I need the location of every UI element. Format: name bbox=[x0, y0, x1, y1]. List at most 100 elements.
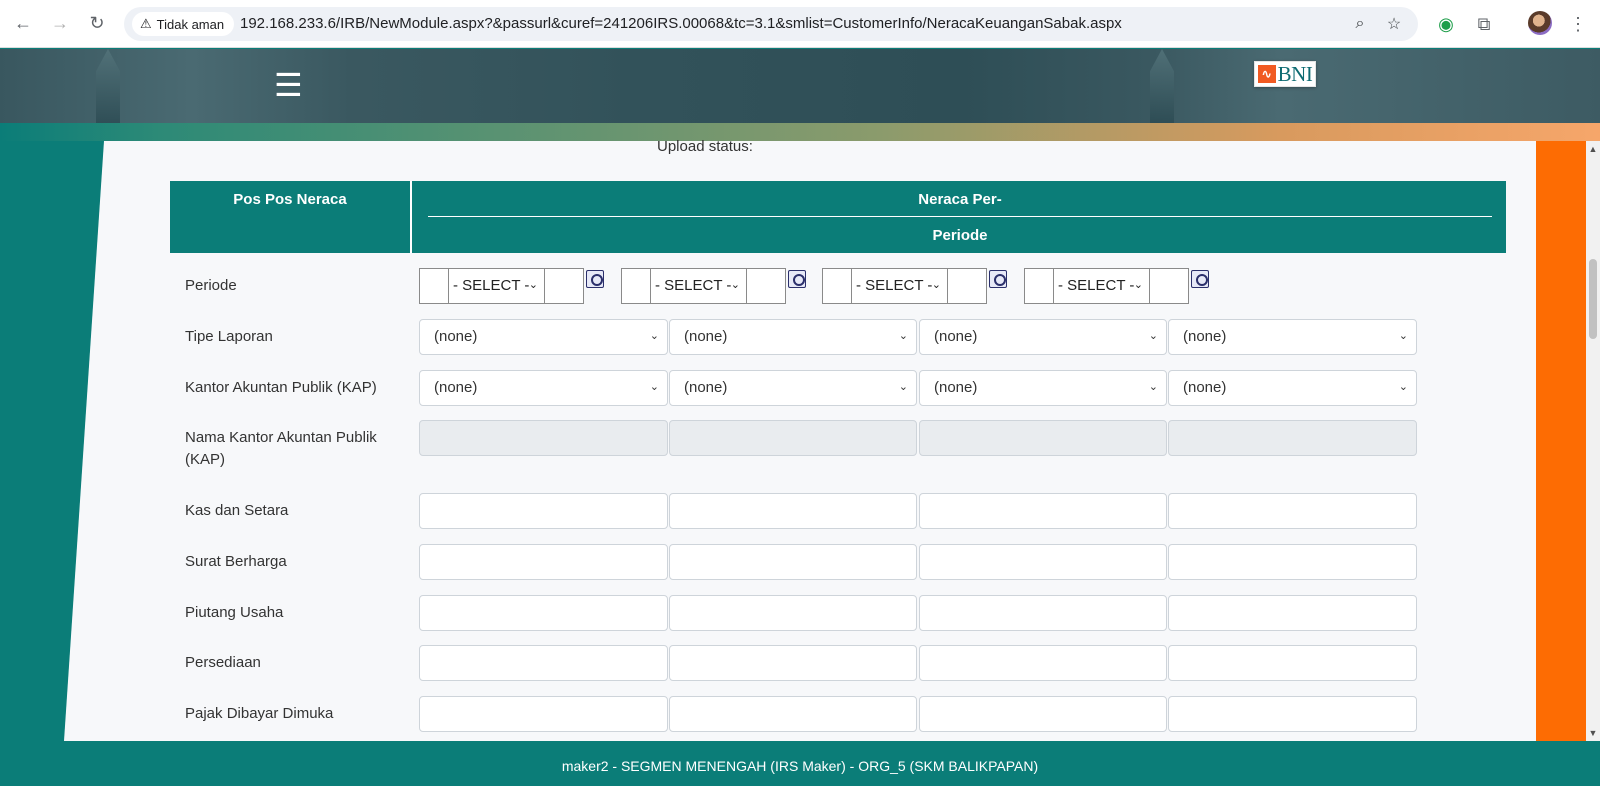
select-label: - SELECT - bbox=[1058, 277, 1135, 294]
nama-kap-field bbox=[1168, 420, 1417, 456]
surat-berharga-input[interactable] bbox=[919, 544, 1167, 580]
extensions-puzzle-icon[interactable]: ⧉ bbox=[1472, 12, 1496, 36]
select-value: (none) bbox=[1183, 379, 1227, 396]
piutang-usaha-input[interactable] bbox=[1168, 595, 1417, 631]
pajak-dibayar-dimuka-input[interactable] bbox=[919, 696, 1167, 732]
scroll-thumb[interactable] bbox=[1589, 259, 1597, 339]
calendar-icon[interactable] bbox=[586, 270, 604, 288]
zoom-icon[interactable]: ⌕ bbox=[1350, 14, 1370, 34]
label-pajak-dibayar-dimuka: Pajak Dibayar Dimuka bbox=[185, 705, 334, 722]
chevron-down-icon: ⌄ bbox=[1148, 330, 1158, 342]
pajak-dibayar-dimuka-input[interactable] bbox=[419, 696, 668, 732]
security-chip[interactable]: ⚠ Tidak aman bbox=[132, 12, 235, 36]
periode-day-input[interactable] bbox=[1024, 268, 1054, 304]
select-value: (none) bbox=[684, 379, 728, 396]
eye-extension-icon[interactable]: ◉ bbox=[1434, 12, 1458, 36]
chevron-down-icon: ⌄ bbox=[1148, 381, 1158, 393]
surat-berharga-input[interactable] bbox=[419, 544, 668, 580]
bookmark-star-icon[interactable]: ☆ bbox=[1384, 14, 1404, 34]
kas-input[interactable] bbox=[419, 493, 668, 529]
address-bar[interactable]: ⚠ Tidak aman 192.168.233.6/IRB/NewModule… bbox=[124, 7, 1418, 41]
piutang-usaha-input[interactable] bbox=[669, 595, 917, 631]
chevron-down-icon: ⌄ bbox=[898, 330, 908, 342]
hamburger-menu-icon[interactable]: ☰ bbox=[274, 67, 303, 103]
periode-year-input[interactable] bbox=[544, 268, 584, 304]
calendar-icon[interactable] bbox=[989, 270, 1007, 288]
tipe-laporan-select[interactable]: (none) ⌄ bbox=[669, 319, 917, 355]
table-header: Pos Pos Neraca Neraca Per- Periode bbox=[170, 181, 1506, 253]
profile-avatar[interactable] bbox=[1528, 11, 1552, 35]
scroll-down-icon[interactable]: ▼ bbox=[1588, 728, 1598, 738]
periode-year-input[interactable] bbox=[947, 268, 987, 304]
calendar-icon[interactable] bbox=[788, 270, 806, 288]
warning-icon: ⚠ bbox=[140, 16, 152, 31]
kap-select[interactable]: (none) ⌄ bbox=[669, 370, 917, 406]
col-periode: Periode bbox=[932, 227, 988, 244]
nama-kap-field bbox=[419, 420, 668, 456]
persediaan-input[interactable] bbox=[419, 645, 668, 681]
kas-input[interactable] bbox=[669, 493, 917, 529]
label-kas: Kas dan Setara bbox=[185, 502, 289, 519]
periode-month-select[interactable]: - SELECT - ⌄ bbox=[448, 268, 545, 304]
periode-day-input[interactable] bbox=[822, 268, 852, 304]
calendar-icon[interactable] bbox=[1191, 270, 1209, 288]
select-value: (none) bbox=[684, 328, 728, 345]
back-icon[interactable]: ← bbox=[10, 10, 36, 36]
periode-year-input[interactable] bbox=[746, 268, 786, 304]
bni-mark-icon: ∿ bbox=[1257, 65, 1276, 83]
select-value: (none) bbox=[1183, 328, 1227, 345]
persediaan-input[interactable] bbox=[1168, 645, 1417, 681]
periode-month-select[interactable]: - SELECT - ⌄ bbox=[1053, 268, 1150, 304]
surat-berharga-input[interactable] bbox=[669, 544, 917, 580]
persediaan-input[interactable] bbox=[669, 645, 917, 681]
periode-month-select[interactable]: - SELECT - ⌄ bbox=[650, 268, 747, 304]
upload-status: Upload status: bbox=[657, 138, 753, 155]
reload-icon[interactable]: ↻ bbox=[84, 10, 110, 36]
select-value: (none) bbox=[434, 379, 478, 396]
kap-select[interactable]: (none) ⌄ bbox=[919, 370, 1167, 406]
pajak-dibayar-dimuka-input[interactable] bbox=[1168, 696, 1417, 732]
app-header: ☰ ∿ BNI bbox=[0, 49, 1600, 123]
forward-icon[interactable]: → bbox=[47, 10, 73, 36]
label-persediaan: Persediaan bbox=[185, 654, 261, 671]
label-surat-berharga: Surat Berharga bbox=[185, 553, 287, 570]
chevron-down-icon: ⌄ bbox=[898, 381, 908, 393]
tipe-laporan-select[interactable]: (none) ⌄ bbox=[919, 319, 1167, 355]
header-divider bbox=[428, 216, 1492, 217]
building-graphic bbox=[1150, 49, 1174, 123]
periode-year-input[interactable] bbox=[1149, 268, 1189, 304]
chevron-down-icon: ⌄ bbox=[528, 279, 538, 291]
security-label: Tidak aman bbox=[156, 16, 225, 32]
scroll-up-icon[interactable]: ▲ bbox=[1588, 144, 1598, 154]
surat-berharga-input[interactable] bbox=[1168, 544, 1417, 580]
kap-select[interactable]: (none) ⌄ bbox=[419, 370, 668, 406]
chevron-down-icon: ⌄ bbox=[1398, 381, 1408, 393]
chevron-down-icon: ⌄ bbox=[730, 279, 740, 291]
periode-month-select[interactable]: - SELECT - ⌄ bbox=[851, 268, 948, 304]
periode-day-input[interactable] bbox=[621, 268, 651, 304]
select-label: - SELECT - bbox=[453, 277, 530, 294]
chevron-down-icon: ⌄ bbox=[1398, 330, 1408, 342]
kebab-menu-icon[interactable]: ⋮ bbox=[1566, 12, 1590, 36]
periode-day-input[interactable] bbox=[419, 268, 449, 304]
col-pos-neraca: Pos Pos Neraca bbox=[170, 181, 412, 253]
label-periode: Periode bbox=[185, 277, 237, 294]
building-graphic bbox=[96, 49, 120, 123]
chevron-down-icon: ⌄ bbox=[649, 381, 659, 393]
kas-input[interactable] bbox=[1168, 493, 1417, 529]
pajak-dibayar-dimuka-input[interactable] bbox=[669, 696, 917, 732]
persediaan-input[interactable] bbox=[919, 645, 1167, 681]
bni-logo-text: BNI bbox=[1277, 61, 1313, 86]
nama-kap-field bbox=[669, 420, 917, 456]
kas-input[interactable] bbox=[919, 493, 1167, 529]
vertical-scrollbar[interactable]: ▲ ▼ bbox=[1586, 141, 1600, 741]
piutang-usaha-input[interactable] bbox=[919, 595, 1167, 631]
piutang-usaha-input[interactable] bbox=[419, 595, 668, 631]
tipe-laporan-select[interactable]: (none) ⌄ bbox=[1168, 319, 1417, 355]
kap-select[interactable]: (none) ⌄ bbox=[1168, 370, 1417, 406]
browser-toolbar: ← → ↻ ⚠ Tidak aman 192.168.233.6/IRB/New… bbox=[0, 0, 1600, 48]
tipe-laporan-select[interactable]: (none) ⌄ bbox=[419, 319, 668, 355]
select-value: (none) bbox=[934, 328, 978, 345]
url-text[interactable]: 192.168.233.6/IRB/NewModule.aspx?&passur… bbox=[240, 15, 1122, 32]
bni-logo: ∿ BNI bbox=[1254, 61, 1316, 87]
